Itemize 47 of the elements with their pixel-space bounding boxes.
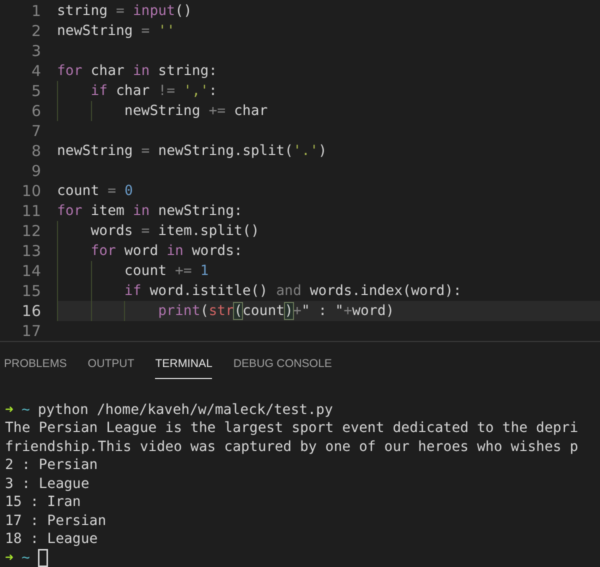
line-number: 6 — [30, 102, 42, 120]
line-number: 1 — [30, 2, 42, 20]
terminal-command: python /home/kaveh/w/maleck/test.py — [38, 402, 333, 418]
prompt-arrow: ➜ — [5, 550, 14, 566]
code-text: words = item.split() — [90, 223, 260, 239]
terminal-output: 3 : League — [5, 476, 90, 492]
line-number: 5 — [30, 82, 42, 100]
code-text: count = 0 — [57, 183, 133, 199]
code-text: newString += char — [124, 103, 268, 119]
code-text: if char != ',': — [90, 83, 218, 99]
line-number: 13 — [20, 242, 42, 260]
terminal-output: 17 : Persian — [5, 512, 106, 529]
line-number: 12 — [20, 222, 42, 240]
prompt-directory: ~ — [21, 402, 30, 418]
line-number: 15 — [20, 282, 42, 300]
panel-tab[interactable]: OUTPUT — [88, 354, 134, 379]
terminal-output: The Persian League is the largest sport event dedicated to the depri — [5, 420, 578, 436]
code-text: count += 1 — [124, 263, 209, 279]
code-text: for item in newString: — [57, 203, 242, 219]
cursor-icon — [38, 548, 48, 567]
terminal-output: 18 : League — [5, 531, 98, 548]
line-number: 9 — [30, 162, 42, 180]
prompt-directory: ~ — [21, 550, 30, 566]
terminal-output: 15 : Iran — [5, 494, 81, 510]
line-number: 3 — [30, 42, 42, 60]
panel-tab[interactable]: DEBUG CONSOLE — [233, 354, 332, 379]
line-number: 11 — [20, 202, 42, 220]
line-number: 10 — [20, 182, 42, 200]
line-number: 17 — [20, 322, 42, 340]
line-number: 4 — [30, 62, 42, 80]
terminal-output: friendship.This video was captured by one of our heroes who wishes p — [5, 438, 578, 455]
prompt-arrow: ➜ — [5, 402, 14, 418]
code-text: print(str(count)+" : "+word) — [158, 303, 394, 319]
line-number: 8 — [30, 142, 42, 160]
line-number: 7 — [30, 122, 42, 140]
line-number: 14 — [20, 262, 42, 280]
line-number: 16 — [20, 302, 42, 320]
code-text: string = input() — [57, 3, 192, 19]
code-text: if word.istitle() and words.index(word): — [124, 283, 462, 299]
line-number: 2 — [30, 22, 42, 40]
code-text: newString = '' — [57, 23, 176, 39]
panel-tab[interactable]: TERMINAL — [155, 354, 212, 379]
code-text: for word in words: — [90, 243, 242, 259]
terminal-output: 2 : Persian — [5, 457, 98, 474]
code-text: for char in string: — [57, 63, 218, 79]
panel-tab[interactable]: PROBLEMS — [4, 354, 67, 379]
code-text: newString = newString.split('.') — [57, 143, 327, 159]
